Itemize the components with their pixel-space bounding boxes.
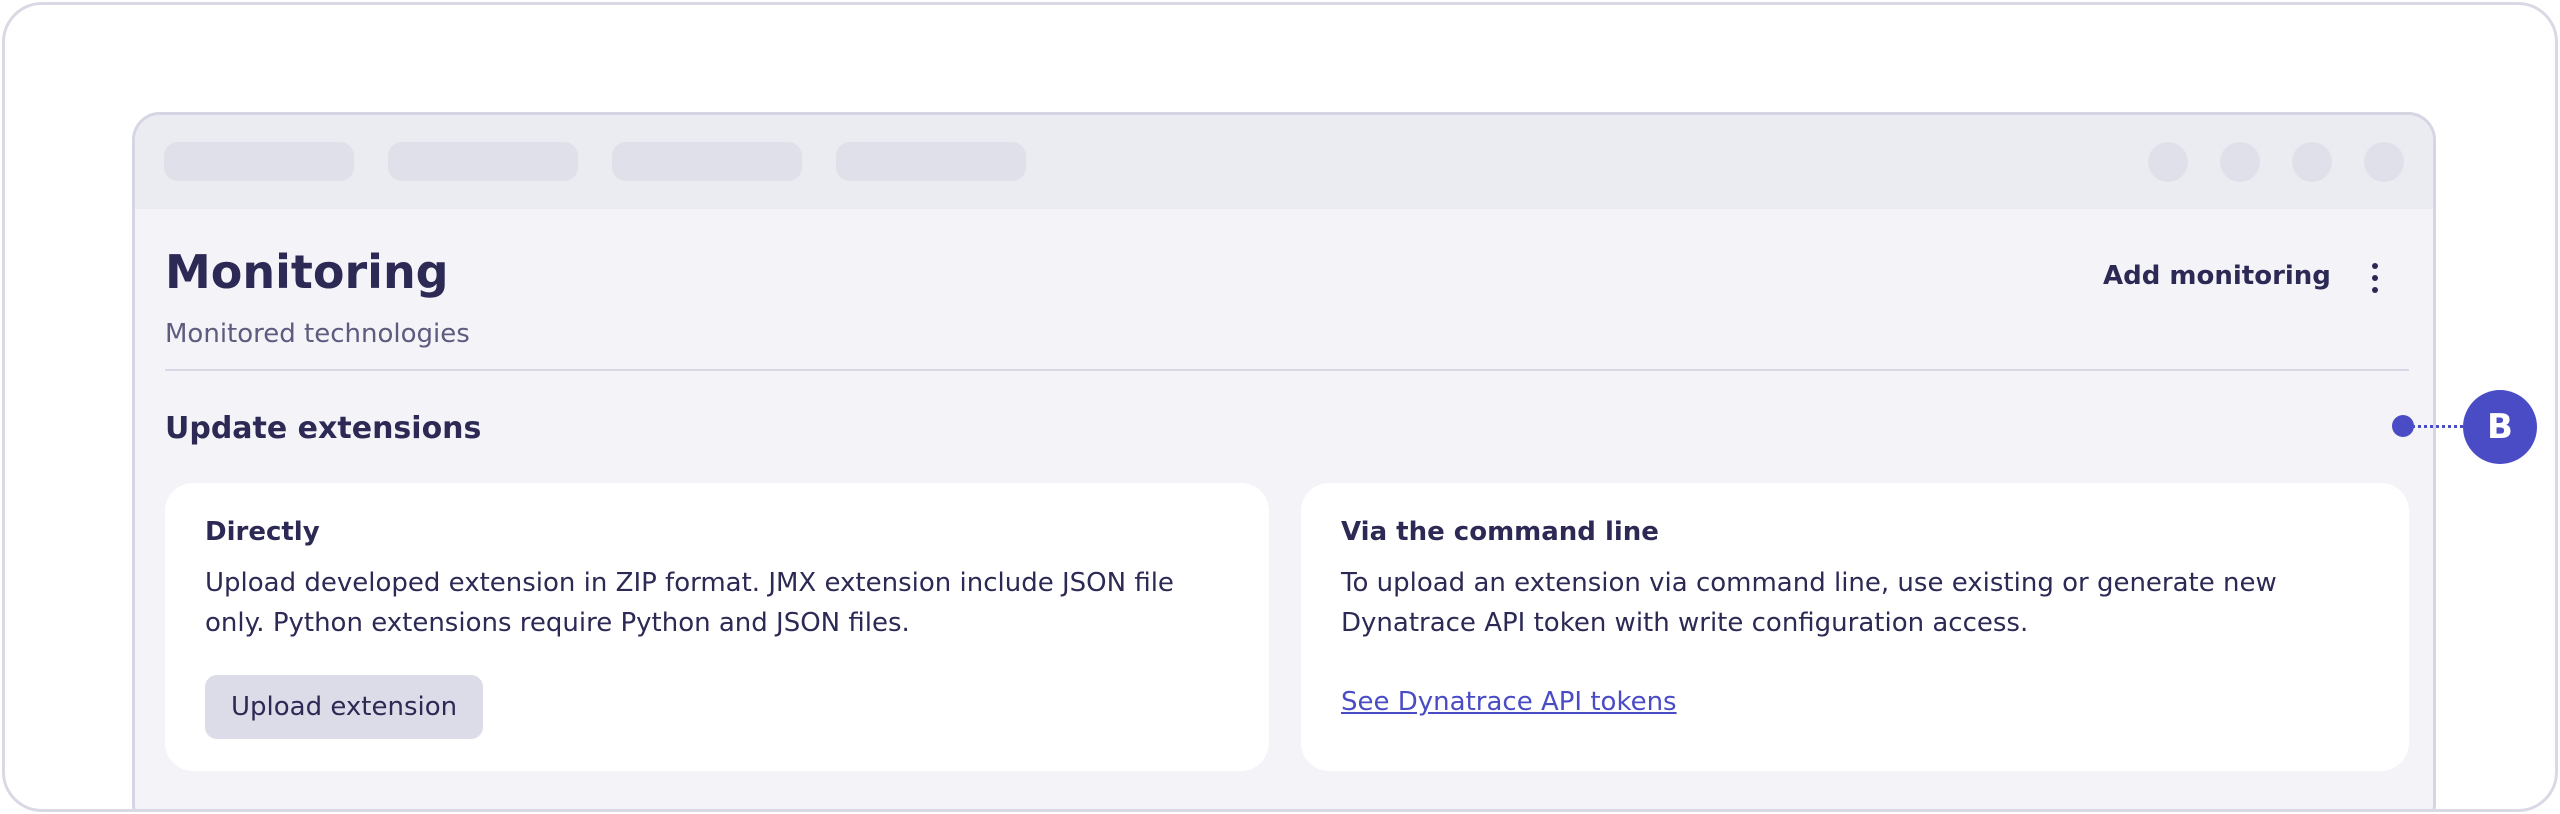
upload-extension-button[interactable]: Upload extension xyxy=(205,675,484,739)
card-description: To upload an extension via command line,… xyxy=(1341,568,2277,638)
app-window: Monitoring Monitored technologies Add mo… xyxy=(132,112,2436,809)
card-heading: Directly xyxy=(205,517,320,547)
tab-placeholder xyxy=(836,142,1026,181)
title-bar xyxy=(135,115,2433,209)
tab-placeholder xyxy=(388,142,578,181)
direct-upload-card: Directly Upload developed extension in Z… xyxy=(165,483,1269,771)
window-control-placeholder xyxy=(2220,142,2260,182)
page-subtitle: Monitored technologies xyxy=(165,319,470,349)
api-tokens-link[interactable]: See Dynatrace API tokens xyxy=(1341,687,1677,717)
page-title: Monitoring xyxy=(165,245,449,299)
menu-dot xyxy=(2372,275,2378,281)
card-heading: Via the command line xyxy=(1341,517,1659,547)
header-divider xyxy=(165,369,2409,371)
callout-badge: B xyxy=(2463,390,2537,464)
window-control-placeholder xyxy=(2364,142,2404,182)
outer-frame: Monitoring Monitored technologies Add mo… xyxy=(2,2,2558,812)
menu-dot xyxy=(2372,263,2378,269)
section-title: Update extensions xyxy=(165,411,482,446)
more-vertical-icon[interactable] xyxy=(2360,255,2390,301)
card-description: Upload developed extension in ZIP format… xyxy=(205,568,1174,638)
window-control-placeholder xyxy=(2292,142,2332,182)
tab-placeholder xyxy=(164,142,354,181)
menu-dot xyxy=(2372,287,2378,293)
window-control-placeholder xyxy=(2148,142,2188,182)
callout-anchor-dot xyxy=(2392,415,2414,437)
command-line-card: Via the command line To upload an extens… xyxy=(1301,483,2409,771)
add-monitoring-button[interactable]: Add monitoring xyxy=(2103,261,2331,291)
tab-placeholder xyxy=(612,142,802,181)
